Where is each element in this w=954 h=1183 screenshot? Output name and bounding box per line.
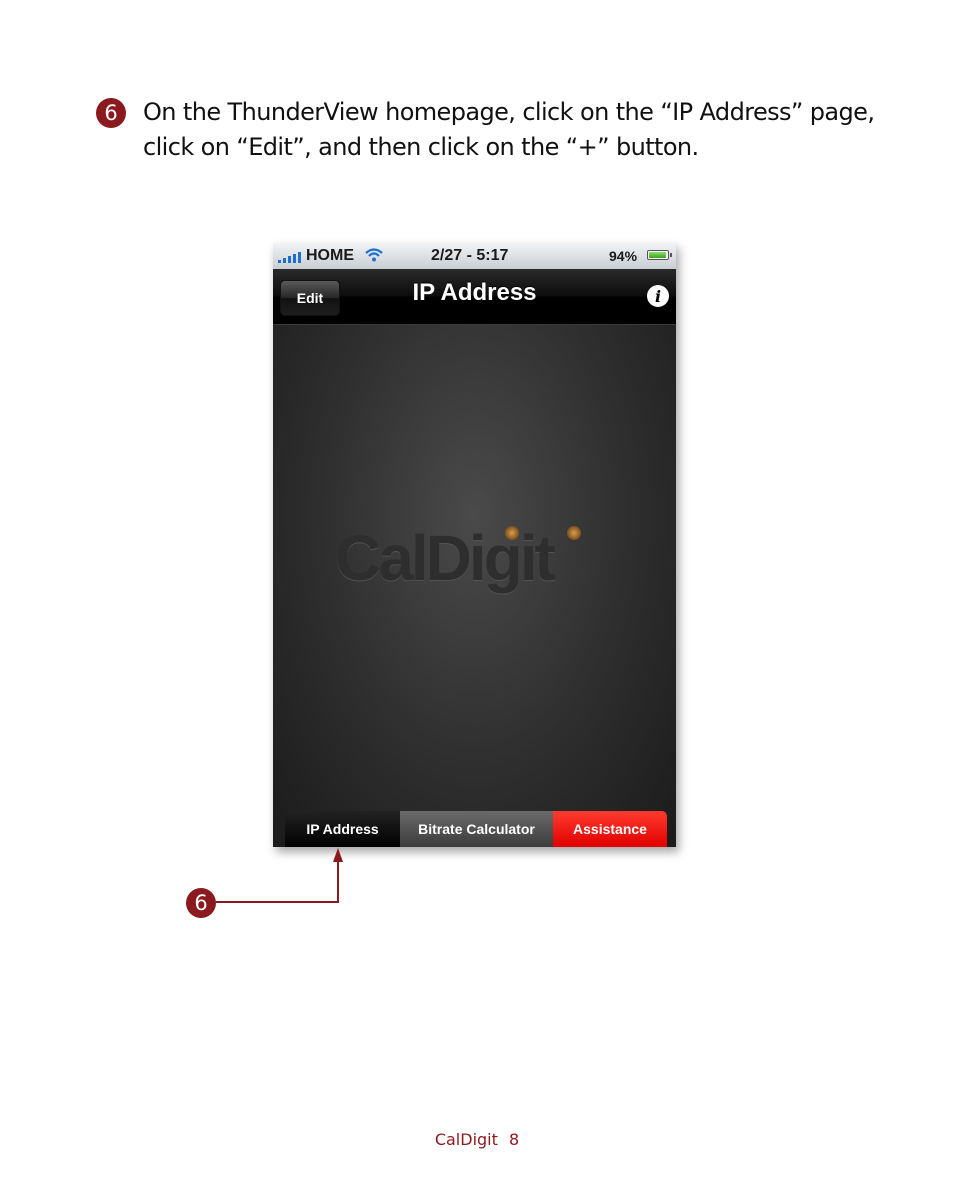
info-icon[interactable]: i [647, 285, 669, 307]
wifi-icon [365, 248, 383, 262]
status-time: 2/27 - 5:17 [431, 247, 509, 264]
instruction-line: On the ThunderView homepage, click on th… [143, 98, 875, 126]
tab-bar: IP Address Bitrate Calculator Assistance [285, 811, 667, 847]
carrier-label: HOME [306, 247, 354, 264]
nav-bar: Edit IP Address i [273, 269, 676, 325]
callout-arrow [216, 848, 343, 903]
page-number: 8 [508, 1130, 520, 1149]
instruction-line: click on “Edit”, and then click on the “… [143, 133, 699, 161]
status-bar: HOME 2/27 - 5:17 94% [273, 243, 676, 269]
footer-brand: CalDigit [434, 1130, 498, 1149]
tab-assistance[interactable]: Assistance [553, 811, 667, 847]
watermark-dot [567, 526, 581, 540]
tab-bitrate-calculator[interactable]: Bitrate Calculator [400, 811, 553, 847]
watermark-dot [505, 526, 519, 540]
phone-screenshot: HOME 2/27 - 5:17 94% Edit IP Address i C… [273, 243, 676, 847]
battery-percent: 94% [609, 248, 638, 264]
instruction-text: On the ThunderView homepage, click on th… [143, 95, 883, 165]
callout-badge: 6 [186, 888, 216, 918]
page-footer: CalDigit 8 [0, 1130, 954, 1149]
page-title: IP Address [412, 279, 537, 306]
battery-icon [647, 250, 672, 260]
tab-ip-address[interactable]: IP Address [285, 811, 400, 847]
step-badge: 6 [96, 98, 126, 128]
